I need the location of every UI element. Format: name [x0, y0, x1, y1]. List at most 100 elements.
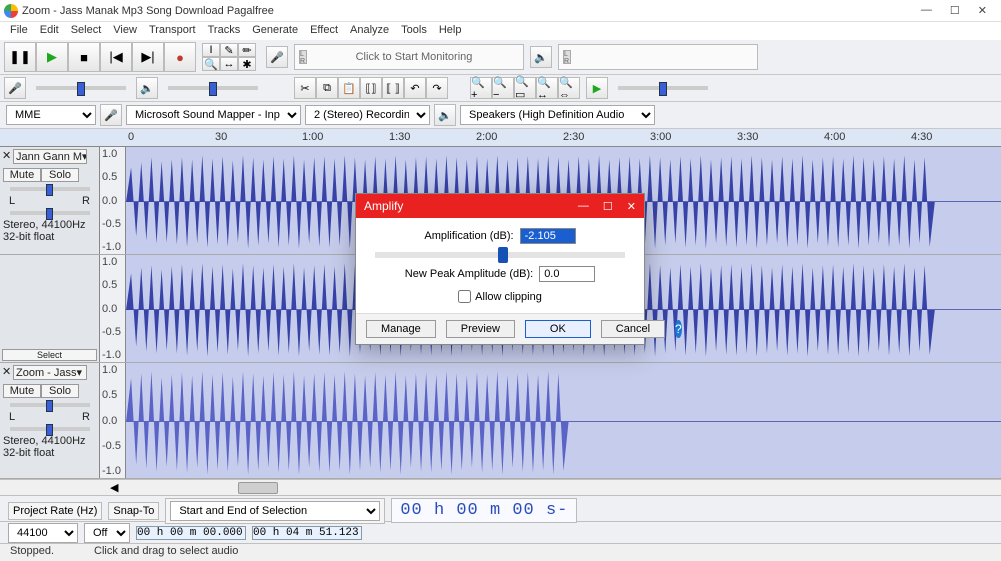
- zoom-out-button[interactable]: 🔍−: [492, 77, 514, 99]
- record-meter-mic-icon: 🎤: [266, 46, 288, 68]
- track-name-dropdown[interactable]: Jann Gann M▾: [13, 149, 87, 164]
- pan-right-label: R: [82, 411, 90, 423]
- dialog-close-button[interactable]: ✕: [627, 200, 636, 213]
- mute-button[interactable]: Mute: [3, 384, 41, 398]
- meter-lr-icon: L R: [563, 50, 571, 64]
- menu-analyze[interactable]: Analyze: [350, 24, 389, 38]
- trim-button[interactable]: ⟦⟧: [360, 77, 382, 99]
- recording-device-select[interactable]: Microsoft Sound Mapper - Input: [126, 105, 301, 125]
- multi-tool-button[interactable]: ✱: [238, 57, 256, 71]
- zoom-in-button[interactable]: 🔍+: [470, 77, 492, 99]
- vertical-scale: 1.00.50.0-0.5-1.0: [100, 255, 126, 362]
- menu-bar: File Edit Select View Transport Tracks G…: [0, 22, 1001, 40]
- window-minimize-button[interactable]: —: [921, 4, 932, 17]
- menu-effect[interactable]: Effect: [310, 24, 338, 38]
- waveform-display[interactable]: [126, 363, 1001, 478]
- selection-tool-button[interactable]: I: [202, 43, 220, 57]
- timeline-ruler[interactable]: 0 30 1:00 1:30 2:00 2:30 3:00 3:30 4:00 …: [0, 129, 1001, 147]
- allow-clipping-checkbox[interactable]: Allow clipping: [458, 290, 542, 303]
- redo-button[interactable]: ↷: [426, 77, 448, 99]
- cancel-button[interactable]: Cancel: [601, 320, 665, 338]
- solo-button[interactable]: Solo: [41, 384, 79, 398]
- track-pan-slider[interactable]: [10, 211, 90, 215]
- menu-generate[interactable]: Generate: [252, 24, 298, 38]
- timeshift-tool-button[interactable]: ↔: [220, 57, 238, 71]
- ruler-tick: 3:30: [737, 131, 758, 143]
- envelope-tool-button[interactable]: ✎: [220, 43, 238, 57]
- ruler-tick: 2:30: [563, 131, 584, 143]
- undo-button[interactable]: ↶: [404, 77, 426, 99]
- status-hint: Click and drag to select audio: [94, 545, 238, 560]
- track-row: ✕ Zoom - Jass▾ MuteSolo LR Stereo, 44100…: [0, 363, 1001, 479]
- selection-start-input[interactable]: [136, 526, 246, 540]
- record-button[interactable]: ●: [164, 42, 196, 72]
- recording-meter[interactable]: L R Click to Start Monitoring: [294, 44, 524, 70]
- horizontal-scrollbar[interactable]: ◀: [0, 479, 1001, 495]
- track-gain-slider[interactable]: [10, 187, 90, 191]
- dialog-minimize-button[interactable]: —: [578, 200, 589, 213]
- menu-view[interactable]: View: [113, 24, 137, 38]
- cut-button[interactable]: ✂: [294, 77, 316, 99]
- zoom-tool-button[interactable]: 🔍: [202, 57, 220, 71]
- play-button[interactable]: ▶: [36, 42, 68, 72]
- silence-button[interactable]: ⟦ ⟧: [382, 77, 404, 99]
- track-gain-slider[interactable]: [10, 403, 90, 407]
- play-meter-speaker-icon: 🔈: [530, 46, 552, 68]
- zoom-fit-button[interactable]: 🔍↔: [536, 77, 558, 99]
- meter-lr-icon: L R: [299, 50, 307, 64]
- dialog-maximize-button[interactable]: ☐: [603, 200, 613, 213]
- amplification-input[interactable]: [520, 228, 576, 244]
- track-control-panel-lower[interactable]: Select: [0, 255, 100, 362]
- menu-select[interactable]: Select: [71, 24, 102, 38]
- track-select-button[interactable]: Select: [2, 349, 97, 361]
- draw-tool-button[interactable]: ✏: [238, 43, 256, 57]
- track-name-dropdown[interactable]: Zoom - Jass▾: [13, 365, 87, 380]
- play-speed-slider[interactable]: [618, 86, 708, 90]
- zoom-toggle-button[interactable]: 🔍⇔: [558, 77, 580, 99]
- playback-volume-slider[interactable]: [168, 86, 258, 90]
- window-title: Zoom - Jass Manak Mp3 Song Download Paga…: [22, 5, 907, 17]
- menu-tracks[interactable]: Tracks: [208, 24, 241, 38]
- ruler-tick: 1:00: [302, 131, 323, 143]
- skip-end-button[interactable]: ▶|: [132, 42, 164, 72]
- recording-channels-select[interactable]: 2 (Stereo) Recording Chann: [305, 105, 430, 125]
- playback-device-select[interactable]: Speakers (High Definition Audio: [460, 105, 655, 125]
- play-at-speed-button[interactable]: ▶: [586, 77, 608, 99]
- track-close-button[interactable]: ✕: [2, 365, 11, 378]
- zoom-selection-button[interactable]: 🔍▭: [514, 77, 536, 99]
- copy-button[interactable]: ⧉: [316, 77, 338, 99]
- amplification-slider[interactable]: [375, 252, 625, 258]
- track-control-panel[interactable]: ✕ Zoom - Jass▾ MuteSolo LR Stereo, 44100…: [0, 363, 100, 478]
- menu-transport[interactable]: Transport: [149, 24, 196, 38]
- window-close-button[interactable]: ✕: [978, 4, 987, 17]
- audio-host-select[interactable]: MME: [6, 105, 96, 125]
- menu-edit[interactable]: Edit: [40, 24, 59, 38]
- ruler-tick: 2:00: [476, 131, 497, 143]
- solo-button[interactable]: Solo: [41, 168, 79, 182]
- allow-clipping-input[interactable]: [458, 290, 471, 303]
- menu-help[interactable]: Help: [439, 24, 462, 38]
- vertical-scale: 1.00.50.0-0.5-1.0: [100, 363, 126, 478]
- track-pan-slider[interactable]: [10, 427, 90, 431]
- mute-button[interactable]: Mute: [3, 168, 41, 182]
- new-peak-input[interactable]: [539, 266, 595, 282]
- selection-format-select[interactable]: Start and End of Selection: [170, 501, 380, 521]
- preview-button[interactable]: Preview: [446, 320, 515, 338]
- help-button[interactable]: ?: [675, 320, 682, 338]
- playback-meter[interactable]: L R: [558, 44, 758, 70]
- ok-button[interactable]: OK: [525, 320, 591, 338]
- stop-button[interactable]: ■: [68, 42, 100, 72]
- track-close-button[interactable]: ✕: [2, 149, 11, 162]
- ruler-tick: 30: [215, 131, 227, 143]
- track-control-panel[interactable]: ✕ Jann Gann M▾ MuteSolo LR Stereo, 44100…: [0, 147, 100, 254]
- menu-file[interactable]: File: [10, 24, 28, 38]
- paste-button[interactable]: 📋: [338, 77, 360, 99]
- window-maximize-button[interactable]: ☐: [950, 4, 960, 17]
- pause-button[interactable]: ❚❚: [4, 42, 36, 72]
- recording-volume-slider[interactable]: [36, 86, 126, 90]
- selection-end-input[interactable]: [252, 526, 362, 540]
- skip-start-button[interactable]: |◀: [100, 42, 132, 72]
- menu-tools[interactable]: Tools: [401, 24, 427, 38]
- manage-button[interactable]: Manage: [366, 320, 436, 338]
- dialog-title: Amplify: [364, 199, 403, 213]
